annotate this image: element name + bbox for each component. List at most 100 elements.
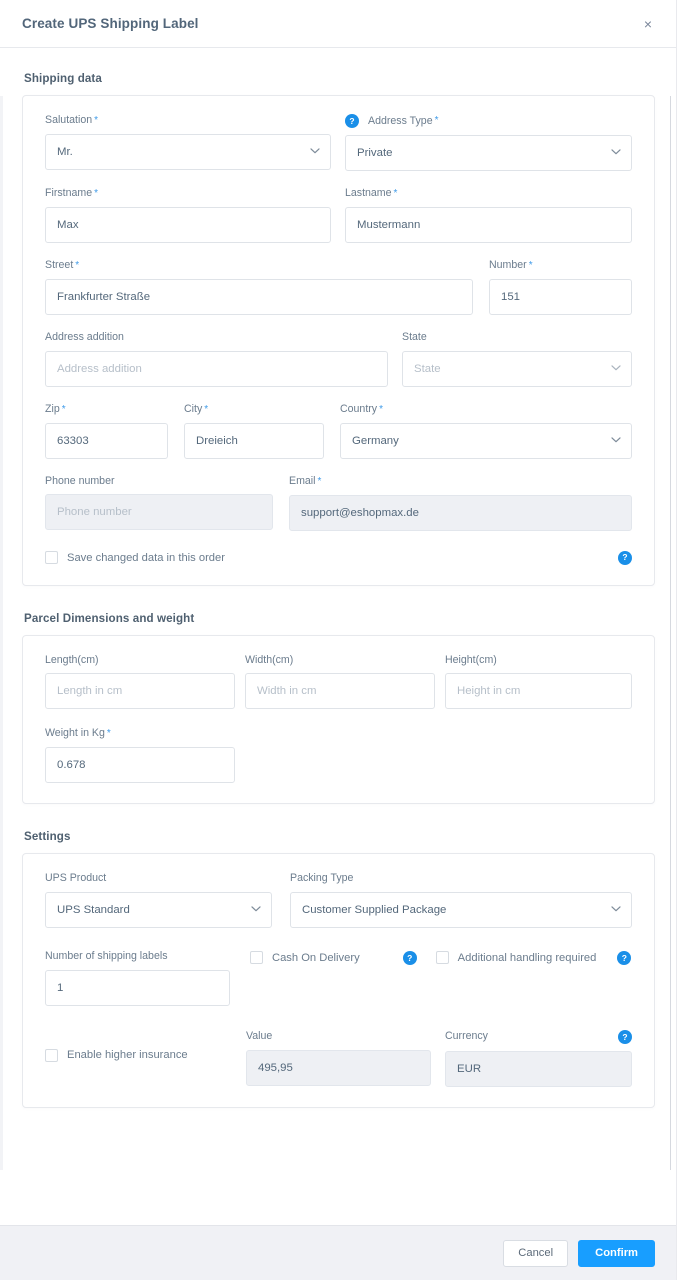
street-input[interactable]: Frankfurter Straße bbox=[45, 279, 473, 315]
label-value: Value bbox=[246, 1029, 273, 1042]
confirm-button[interactable]: Confirm bbox=[578, 1239, 655, 1267]
required-marker: * bbox=[317, 475, 322, 487]
chevron-down-icon bbox=[611, 906, 621, 915]
label-street-text: Street bbox=[45, 259, 74, 271]
label-phone-number: Phone number bbox=[45, 474, 115, 487]
shipping-data-card: Salutation * Mr. ? Address Type * Private bbox=[22, 95, 655, 586]
scrollbar-track-left[interactable] bbox=[0, 96, 3, 1170]
additional-handling-label: Additional handling required bbox=[457, 951, 597, 964]
help-icon-cash-on-delivery[interactable]: ? bbox=[402, 951, 417, 966]
additional-handling-checkbox[interactable] bbox=[435, 951, 449, 965]
length-placeholder: Length in cm bbox=[57, 685, 123, 698]
enable-insurance-checkbox-wrap[interactable]: Enable higher insurance bbox=[45, 1048, 230, 1062]
field-weight: Weight in Kg * 0.678 bbox=[45, 727, 235, 784]
help-icon-currency[interactable]: ? bbox=[618, 1029, 632, 1044]
address-addition-placeholder: Address addition bbox=[57, 362, 142, 375]
row-zip-city-country: Zip * 63303 City * Dreieich Country * Ge… bbox=[45, 403, 632, 459]
help-icon-additional-handling[interactable]: ? bbox=[617, 951, 632, 966]
row-salutation-address-type: Salutation * Mr. ? Address Type * Private bbox=[45, 114, 632, 171]
additional-handling-checkbox-wrap[interactable]: Additional handling required bbox=[435, 951, 597, 965]
currency-input[interactable]: EUR bbox=[445, 1050, 632, 1087]
state-select[interactable]: State bbox=[402, 350, 632, 387]
field-country: Country * Germany bbox=[340, 403, 632, 459]
label-ups-product: UPS Product bbox=[45, 872, 107, 885]
row-labels-cod-handling: Number of shipping labels 1 Cash On Deli… bbox=[45, 950, 632, 1006]
cash-on-delivery-group: Cash On Delivery ? bbox=[250, 950, 417, 1006]
number-input[interactable]: 151 bbox=[489, 279, 632, 315]
chevron-down-icon bbox=[611, 436, 621, 445]
cash-on-delivery-label: Cash On Delivery bbox=[272, 951, 360, 964]
save-changed-data-checkbox[interactable] bbox=[45, 551, 58, 565]
save-changed-data-label: Save changed data in this order bbox=[67, 551, 225, 564]
section-title-settings: Settings bbox=[24, 830, 71, 844]
value-input-value: 495,95 bbox=[258, 1061, 293, 1074]
required-marker: * bbox=[204, 403, 209, 415]
scrollbar-track-right[interactable] bbox=[670, 96, 671, 1170]
label-email-text: Email bbox=[289, 474, 316, 487]
field-phone-number: Phone number Phone number bbox=[45, 475, 273, 531]
street-value: Frankfurter Straße bbox=[57, 291, 151, 303]
address-type-select[interactable]: Private bbox=[345, 135, 632, 171]
width-input[interactable]: Width in cm bbox=[245, 673, 435, 710]
phone-number-input[interactable]: Phone number bbox=[45, 494, 273, 531]
label-city-text: City bbox=[184, 402, 203, 415]
label-salutation: Salutation * bbox=[45, 114, 331, 127]
ups-product-value: UPS Standard bbox=[57, 904, 130, 917]
required-marker: * bbox=[106, 728, 111, 740]
label-number-text: Number bbox=[489, 259, 527, 271]
help-icon-salutation[interactable]: ? bbox=[345, 114, 359, 128]
label-address-type: ? Address Type * bbox=[345, 114, 632, 128]
cancel-button[interactable]: Cancel bbox=[503, 1239, 569, 1267]
label-height: Height(cm) bbox=[445, 653, 497, 666]
width-placeholder: Width in cm bbox=[257, 685, 317, 698]
city-value: Dreieich bbox=[196, 434, 238, 447]
country-select[interactable]: Germany bbox=[340, 422, 632, 459]
label-number-of-labels: Number of shipping labels bbox=[45, 950, 168, 963]
label-salutation-text: Salutation bbox=[45, 114, 93, 126]
field-number-of-labels: Number of shipping labels 1 bbox=[45, 950, 230, 1006]
enable-higher-insurance-label: Enable higher insurance bbox=[67, 1049, 188, 1062]
weight-input[interactable]: 0.678 bbox=[45, 747, 235, 784]
field-street: Street * Frankfurter Straße bbox=[45, 259, 473, 315]
enable-higher-insurance-checkbox[interactable] bbox=[45, 1048, 58, 1062]
chevron-down-icon bbox=[611, 364, 621, 373]
lastname-input[interactable]: Mustermann bbox=[345, 207, 632, 243]
field-length: Length(cm) Length in cm bbox=[45, 654, 235, 710]
length-input[interactable]: Length in cm bbox=[45, 673, 235, 710]
label-country-text: Country bbox=[340, 402, 378, 415]
cash-on-delivery-checkbox[interactable] bbox=[250, 951, 263, 965]
field-ups-product: UPS Product UPS Standard bbox=[45, 872, 272, 929]
height-input[interactable]: Height in cm bbox=[445, 673, 632, 710]
row-ups-product-packing-type: UPS Product UPS Standard Packing Type Cu… bbox=[45, 872, 632, 929]
label-email: Email * bbox=[289, 475, 632, 488]
label-weight-text: Weight in Kg bbox=[45, 727, 105, 740]
field-lastname: Lastname * Mustermann bbox=[345, 187, 632, 243]
close-icon[interactable]: × bbox=[635, 11, 661, 37]
enable-insurance-group: Enable higher insurance bbox=[45, 1030, 230, 1087]
chevron-down-icon bbox=[251, 906, 261, 915]
number-of-labels-input[interactable]: 1 bbox=[45, 969, 230, 1006]
save-changed-data-checkbox-wrap[interactable]: Save changed data in this order bbox=[45, 551, 225, 565]
address-addition-input[interactable]: Address addition bbox=[45, 350, 388, 387]
email-input[interactable]: support@eshopmax.de bbox=[289, 494, 632, 531]
field-firstname: Firstname * Max bbox=[45, 187, 331, 243]
zip-input[interactable]: 63303 bbox=[45, 422, 168, 459]
salutation-select[interactable]: Mr. bbox=[45, 134, 331, 170]
cash-on-delivery-checkbox-wrap[interactable]: Cash On Delivery bbox=[250, 951, 360, 965]
number-of-labels-value: 1 bbox=[57, 981, 64, 994]
value-input[interactable]: 495,95 bbox=[246, 1049, 431, 1086]
field-value: Value 495,95 bbox=[246, 1030, 431, 1087]
required-marker: * bbox=[379, 403, 383, 415]
label-country: Country * bbox=[340, 403, 632, 416]
field-address-addition: Address addition Address addition bbox=[45, 331, 388, 387]
required-marker: * bbox=[393, 188, 398, 199]
packing-type-select[interactable]: Customer Supplied Package bbox=[290, 892, 632, 929]
ups-product-select[interactable]: UPS Standard bbox=[45, 892, 272, 929]
height-placeholder: Height in cm bbox=[457, 685, 521, 698]
city-input[interactable]: Dreieich bbox=[184, 422, 324, 459]
row-address-addition-state: Address addition Address addition State … bbox=[45, 331, 632, 387]
firstname-input[interactable]: Max bbox=[45, 207, 331, 243]
help-icon-save-changed-data[interactable]: ? bbox=[618, 550, 632, 565]
field-packing-type: Packing Type Customer Supplied Package bbox=[290, 872, 632, 929]
currency-value: EUR bbox=[457, 1062, 482, 1075]
